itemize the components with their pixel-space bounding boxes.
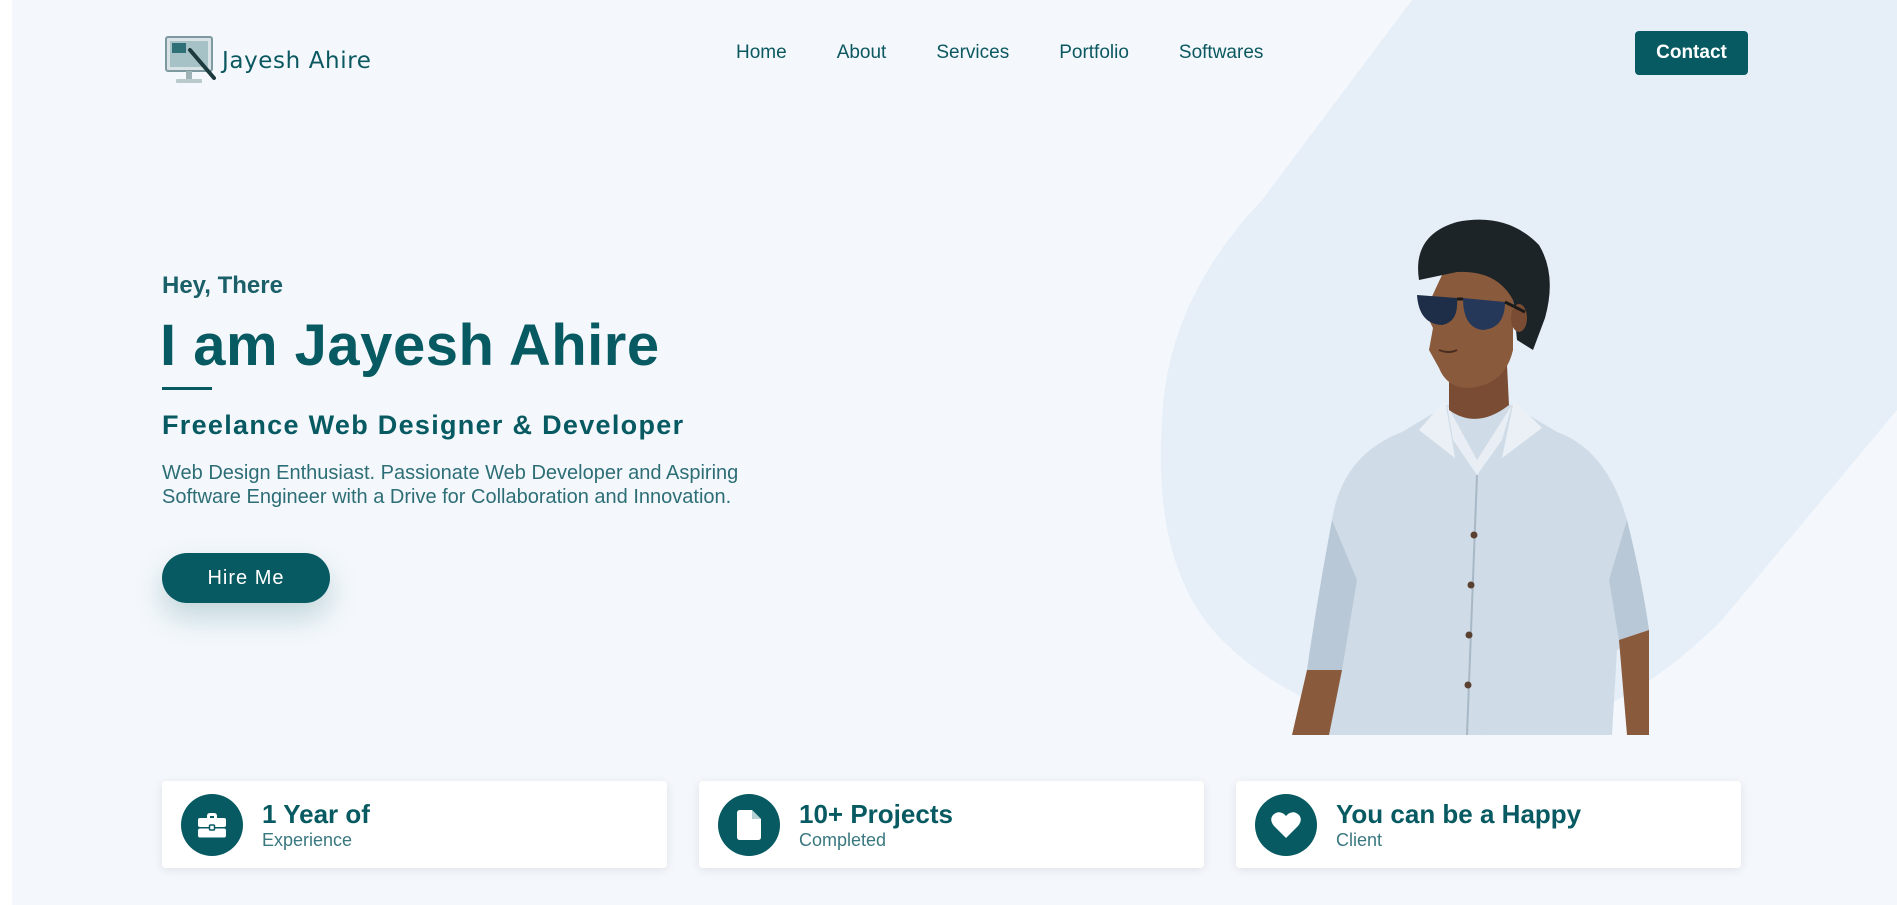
headline-underline	[162, 387, 212, 390]
stat-subtitle: Client	[1336, 829, 1383, 850]
hero-subheadline: Freelance Web Designer & Developer	[162, 410, 685, 440]
hero-description: Web Design Enthusiast. Passionate Web De…	[162, 462, 739, 508]
document-icon	[718, 793, 780, 856]
stat-title: 1 Year of	[262, 798, 370, 829]
hero-greeting: Hey, There	[162, 272, 283, 299]
stat-card-experience: 1 Year of Experience	[162, 781, 667, 868]
heart-icon	[1255, 793, 1317, 856]
nav-portfolio[interactable]: Portfolio	[1059, 42, 1129, 64]
nav-home[interactable]: Home	[736, 42, 787, 64]
main-nav: Home About Services Portfolio Softwares	[736, 42, 1263, 64]
stat-card-client: You can be a Happy Client	[1236, 781, 1741, 868]
brand-logo[interactable]: Jayesh Ahire	[164, 34, 372, 88]
stats-row: 1 Year of Experience 10+ Projects Comple…	[162, 781, 1741, 868]
stat-title: 10+ Projects	[799, 798, 953, 829]
nav-softwares[interactable]: Softwares	[1179, 42, 1263, 64]
brand-name: Jayesh Ahire	[222, 48, 372, 74]
profile-photo	[1292, 219, 1649, 735]
nav-about[interactable]: About	[837, 42, 887, 64]
hero-headline: I am Jayesh Ahire	[160, 313, 660, 378]
page: Jayesh Ahire Home About Services Portfol…	[12, 0, 1897, 905]
briefcase-icon	[181, 793, 243, 856]
hire-me-button[interactable]: Hire Me	[162, 553, 330, 603]
nav-services[interactable]: Services	[936, 42, 1009, 64]
monitor-pen-icon	[165, 36, 216, 83]
stat-card-projects: 10+ Projects Completed	[699, 781, 1204, 868]
stat-title: You can be a Happy	[1336, 798, 1582, 829]
stat-subtitle: Experience	[262, 829, 353, 850]
stat-subtitle: Completed	[799, 829, 887, 850]
contact-button[interactable]: Contact	[1635, 31, 1748, 75]
